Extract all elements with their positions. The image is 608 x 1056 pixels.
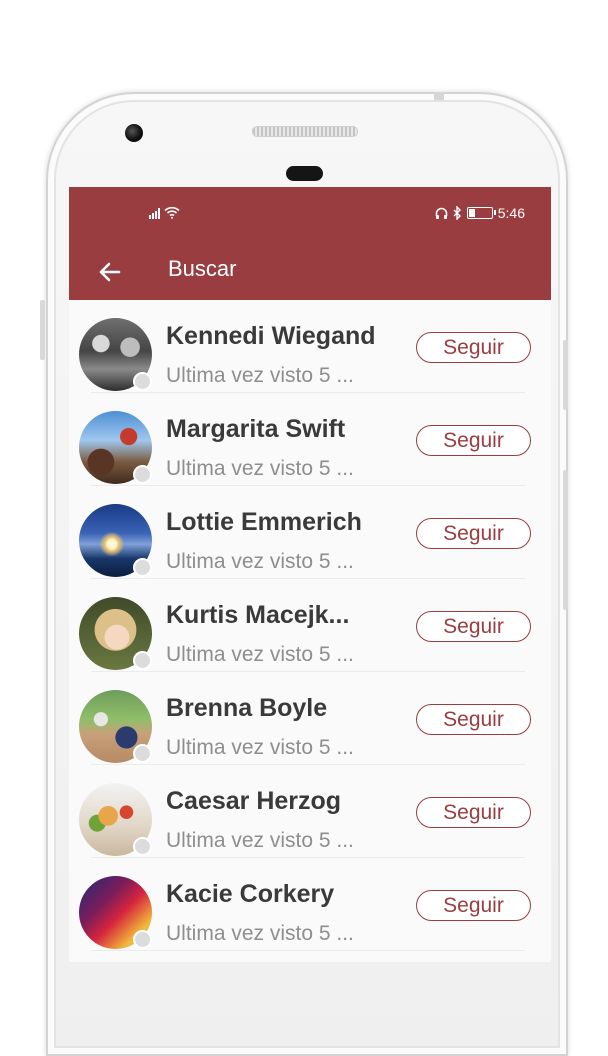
list-item[interactable]: Lottie Emmerich Ultima vez visto 5 ... S… — [69, 486, 551, 579]
last-seen: Ultima vez visto 5 ... — [166, 643, 354, 666]
last-seen: Ultima vez visto 5 ... — [166, 829, 354, 852]
presence-dot — [133, 372, 152, 391]
headphones-icon — [435, 207, 448, 219]
battery-icon — [466, 207, 496, 219]
follow-button[interactable]: Seguir — [416, 425, 531, 456]
follow-button[interactable]: Seguir — [416, 797, 531, 828]
phone-top-edge — [434, 92, 444, 100]
user-name: Lottie Emmerich — [166, 508, 362, 536]
app-screen: 5:46 Buscar Kennedi Wiegand Ultima vez v… — [69, 187, 551, 962]
divider — [91, 950, 525, 951]
front-camera — [125, 124, 143, 142]
phone-side-button — [563, 340, 568, 410]
proximity-sensor — [286, 166, 323, 181]
presence-dot — [133, 837, 152, 856]
user-name: Caesar Herzog — [166, 787, 342, 815]
presence-dot — [133, 465, 152, 484]
user-list: Kennedi Wiegand Ultima vez visto 5 ... S… — [69, 300, 551, 951]
bluetooth-icon — [453, 206, 461, 220]
app-bar: 5:46 Buscar — [69, 187, 551, 300]
toolbar: Buscar — [69, 243, 551, 300]
status-left — [149, 206, 180, 219]
last-seen: Ultima vez visto 5 ... — [166, 550, 354, 573]
last-seen: Ultima vez visto 5 ... — [166, 364, 354, 387]
user-name: Kennedi Wiegand — [166, 322, 376, 350]
page-title: Buscar — [168, 256, 237, 281]
list-item[interactable]: Brenna Boyle Ultima vez visto 5 ... Segu… — [69, 672, 551, 765]
phone-side-button — [40, 300, 45, 360]
earpiece-speaker — [252, 126, 358, 137]
presence-dot — [133, 651, 152, 670]
user-name: Kacie Corkery — [166, 880, 335, 908]
list-item[interactable]: Margarita Swift Ultima vez visto 5 ... S… — [69, 393, 551, 486]
back-arrow-icon[interactable] — [93, 255, 127, 289]
follow-button[interactable]: Seguir — [416, 704, 531, 735]
status-bar: 5:46 — [69, 187, 551, 243]
follow-button[interactable]: Seguir — [416, 332, 531, 363]
list-item[interactable]: Kurtis Macejk... Ultima vez visto 5 ... … — [69, 579, 551, 672]
wifi-icon — [164, 206, 180, 219]
presence-dot — [133, 930, 152, 949]
signal-icon — [149, 207, 160, 219]
status-right: 5:46 — [435, 205, 525, 221]
list-item[interactable]: Kennedi Wiegand Ultima vez visto 5 ... S… — [69, 300, 551, 393]
follow-button[interactable]: Seguir — [416, 890, 531, 921]
phone-side-button — [563, 470, 568, 610]
status-time: 5:46 — [497, 205, 525, 221]
list-item[interactable]: Caesar Herzog Ultima vez visto 5 ... Seg… — [69, 765, 551, 858]
last-seen: Ultima vez visto 5 ... — [166, 922, 354, 945]
presence-dot — [133, 558, 152, 577]
user-name: Kurtis Macejk... — [166, 601, 350, 629]
last-seen: Ultima vez visto 5 ... — [166, 736, 354, 759]
follow-button[interactable]: Seguir — [416, 518, 531, 549]
presence-dot — [133, 744, 152, 763]
follow-button[interactable]: Seguir — [416, 611, 531, 642]
list-item[interactable]: Kacie Corkery Ultima vez visto 5 ... Seg… — [69, 858, 551, 951]
last-seen: Ultima vez visto 5 ... — [166, 457, 354, 480]
user-name: Margarita Swift — [166, 415, 346, 443]
user-name: Brenna Boyle — [166, 694, 328, 722]
